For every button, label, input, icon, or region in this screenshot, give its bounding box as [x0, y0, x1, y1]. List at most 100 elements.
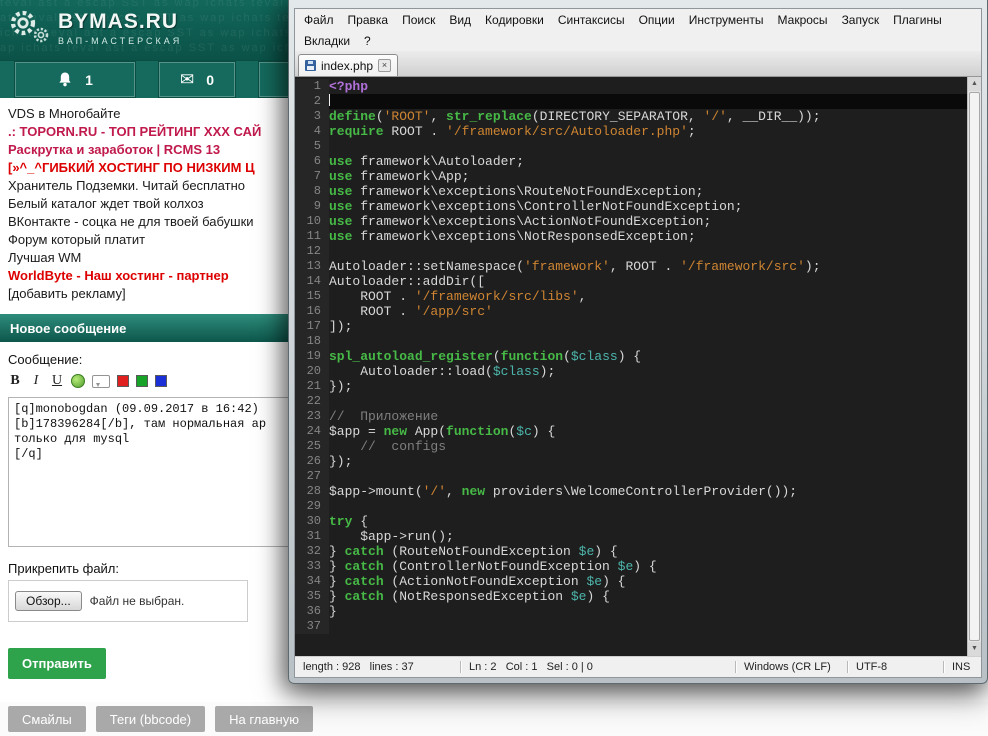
ad-link[interactable]: WorldByte - Наш хостинг - партнер — [8, 267, 308, 285]
menu-item-1[interactable]: ? — [357, 32, 378, 50]
home-button[interactable]: На главную — [215, 706, 313, 732]
menu-item-1[interactable]: Правка — [341, 11, 396, 29]
menu-item-10[interactable]: Плагины — [886, 11, 949, 29]
code-line-7[interactable]: 7use framework\App; — [295, 169, 967, 184]
quote-bubble-icon[interactable] — [92, 375, 110, 388]
code-line-8[interactable]: 8use framework\exceptions\RouteNotFoundE… — [295, 184, 967, 199]
code-line-6[interactable]: 6use framework\Autoloader; — [295, 154, 967, 169]
alerts-button[interactable]: 1 — [14, 61, 136, 98]
messages-button[interactable]: ✉ 0 — [158, 61, 236, 98]
code-line-36[interactable]: 36} — [295, 604, 967, 619]
code-line-33[interactable]: 33} catch (ControllerNotFoundException $… — [295, 559, 967, 574]
code-line-25[interactable]: 25 // configs — [295, 439, 967, 454]
ad-link[interactable]: Хранитель Подземки. Читай бесплатно — [8, 177, 308, 195]
bold-button[interactable]: B — [8, 373, 22, 389]
menu-item-0[interactable]: Файл — [297, 11, 341, 29]
underline-button[interactable]: U — [50, 373, 64, 389]
bell-icon — [57, 71, 73, 88]
line-number: 14 — [295, 274, 329, 289]
code-text — [329, 619, 967, 634]
code-text — [329, 139, 967, 154]
menu-item-7[interactable]: Инструменты — [682, 11, 771, 29]
smiley-icon[interactable] — [71, 374, 85, 388]
code-line-14[interactable]: 14Autoloader::addDir([ — [295, 274, 967, 289]
ad-link[interactable]: Форум который платит — [8, 231, 308, 249]
scroll-up-icon[interactable]: ▲ — [968, 77, 981, 91]
ad-link[interactable]: ВКонтакте - соцка не для твоей бабушки — [8, 213, 308, 231]
tab-close-icon[interactable]: × — [378, 59, 391, 72]
code-editor[interactable]: 1<?php23define('ROOT', str_replace(DIREC… — [295, 77, 981, 656]
line-number: 7 — [295, 169, 329, 184]
browse-button[interactable]: Обзор... — [15, 591, 82, 611]
code-line-1[interactable]: 1<?php — [295, 79, 967, 94]
code-line-35[interactable]: 35} catch (NotResponsedException $e) { — [295, 589, 967, 604]
color-red-button[interactable] — [117, 375, 129, 387]
code-line-3[interactable]: 3define('ROOT', str_replace(DIRECTORY_SE… — [295, 109, 967, 124]
smilies-button[interactable]: Смайлы — [8, 706, 86, 732]
status-bar: length : 928 lines : 37 Ln : 2 Col : 1 S… — [295, 656, 981, 677]
ad-link[interactable]: [»^_^ГИБКИЙ ХОСТИНГ ПО НИЗКИМ Ц — [8, 159, 308, 177]
code-line-22[interactable]: 22 — [295, 394, 967, 409]
tab-index-php[interactable]: index.php × — [298, 54, 398, 76]
send-button[interactable]: Отправить — [8, 648, 106, 679]
italic-button[interactable]: I — [29, 373, 43, 389]
code-line-31[interactable]: 31 $app->run(); — [295, 529, 967, 544]
line-number: 35 — [295, 589, 329, 604]
status-encoding[interactable]: UTF-8 — [847, 661, 943, 673]
line-number: 21 — [295, 379, 329, 394]
code-line-11[interactable]: 11use framework\exceptions\NotResponsedE… — [295, 229, 967, 244]
code-line-18[interactable]: 18 — [295, 334, 967, 349]
color-blue-button[interactable] — [155, 375, 167, 387]
code-line-23[interactable]: 23// Приложение — [295, 409, 967, 424]
code-line-21[interactable]: 21}); — [295, 379, 967, 394]
line-number: 37 — [295, 619, 329, 634]
editor-scrollbar[interactable]: ▲ ▼ — [967, 77, 981, 656]
status-insert-mode[interactable]: INS — [943, 661, 981, 673]
code-line-27[interactable]: 27 — [295, 469, 967, 484]
bbcode-tags-button[interactable]: Теги (bbcode) — [96, 706, 205, 732]
code-line-16[interactable]: 16 ROOT . '/app/src' — [295, 304, 967, 319]
line-number: 33 — [295, 559, 329, 574]
scroll-down-icon[interactable]: ▼ — [968, 642, 981, 656]
menu-item-5[interactable]: Синтаксисы — [551, 11, 632, 29]
code-line-15[interactable]: 15 ROOT . '/framework/src/libs', — [295, 289, 967, 304]
ad-link[interactable]: [добавить рекламу] — [8, 285, 308, 303]
color-green-button[interactable] — [136, 375, 148, 387]
code-text: $app = new App(function($c) { — [329, 424, 967, 439]
code-line-32[interactable]: 32} catch (RouteNotFoundException $e) { — [295, 544, 967, 559]
code-line-24[interactable]: 24$app = new App(function($c) { — [295, 424, 967, 439]
ad-link[interactable]: Раскрутка и заработок | RCMS 13 — [8, 141, 308, 159]
code-line-28[interactable]: 28$app->mount('/', new providers\Welcome… — [295, 484, 967, 499]
code-line-30[interactable]: 30try { — [295, 514, 967, 529]
line-number: 36 — [295, 604, 329, 619]
code-line-10[interactable]: 10use framework\exceptions\ActionNotFoun… — [295, 214, 967, 229]
code-line-13[interactable]: 13Autoloader::setNamespace('framework', … — [295, 259, 967, 274]
code-line-4[interactable]: 4require ROOT . '/framework/src/Autoload… — [295, 124, 967, 139]
code-line-29[interactable]: 29 — [295, 499, 967, 514]
notepad-client: ФайлПравкаПоискВидКодировкиСинтаксисыОпц… — [294, 8, 982, 678]
menu-item-6[interactable]: Опции — [632, 11, 682, 29]
notepad-window: ФайлПравкаПоискВидКодировкиСинтаксисыОпц… — [288, 0, 988, 684]
menu-item-8[interactable]: Макросы — [771, 11, 835, 29]
code-line-19[interactable]: 19spl_autoload_register(function($class)… — [295, 349, 967, 364]
scrollbar-thumb[interactable] — [969, 92, 980, 641]
code-line-12[interactable]: 12 — [295, 244, 967, 259]
code-line-17[interactable]: 17]); — [295, 319, 967, 334]
ad-link[interactable]: VDS в Многобайте — [8, 105, 308, 123]
code-line-5[interactable]: 5 — [295, 139, 967, 154]
ad-link[interactable]: Белый каталог ждет твой колхоз — [8, 195, 308, 213]
status-eol[interactable]: Windows (CR LF) — [735, 661, 847, 673]
code-line-20[interactable]: 20 Autoloader::load($class); — [295, 364, 967, 379]
code-line-34[interactable]: 34} catch (ActionNotFoundException $e) { — [295, 574, 967, 589]
code-line-9[interactable]: 9use framework\exceptions\ControllerNotF… — [295, 199, 967, 214]
menu-item-9[interactable]: Запуск — [835, 11, 887, 29]
code-line-2[interactable]: 2 — [295, 94, 967, 109]
menu-item-4[interactable]: Кодировки — [478, 11, 551, 29]
ad-link[interactable]: .: TOPORN.RU - ТОП РЕЙТИНГ XXX САЙ — [8, 123, 308, 141]
menu-item-0[interactable]: Вкладки — [297, 32, 357, 50]
code-line-37[interactable]: 37 — [295, 619, 967, 634]
menu-item-3[interactable]: Вид — [442, 11, 478, 29]
ad-link[interactable]: Лучшая WM — [8, 249, 308, 267]
menu-item-2[interactable]: Поиск — [395, 11, 442, 29]
code-line-26[interactable]: 26}); — [295, 454, 967, 469]
